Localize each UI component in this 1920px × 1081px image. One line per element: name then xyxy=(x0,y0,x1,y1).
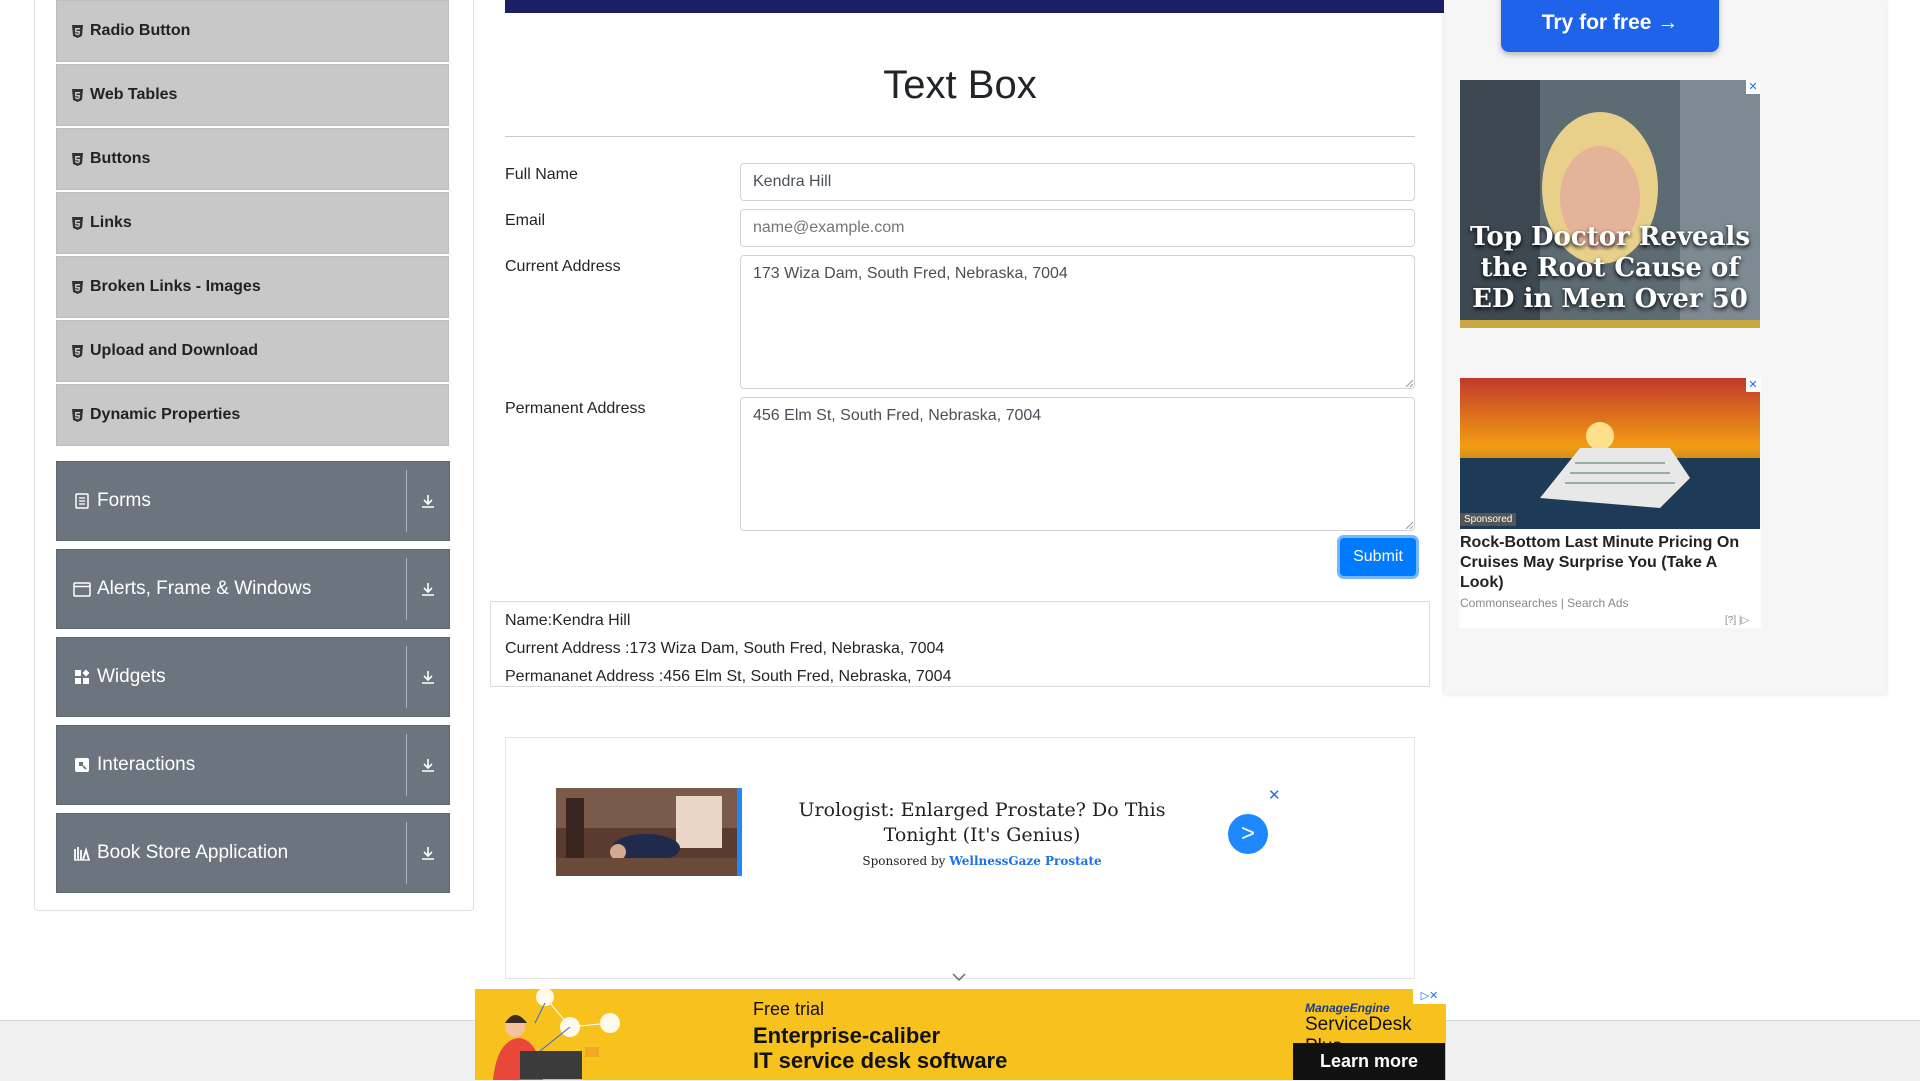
sidebar-item-label: Buttons xyxy=(90,150,151,167)
email-input[interactable] xyxy=(740,209,1415,247)
group-label: Forms xyxy=(97,490,151,511)
divider xyxy=(406,558,407,620)
ad-sponsor-line: Sponsored by WellnessGaze Prostate xyxy=(770,854,1194,868)
group-header-widgets[interactable]: Widgets xyxy=(56,637,450,717)
divider xyxy=(406,646,407,708)
group-header-book-store[interactable]: Book Store Application xyxy=(56,813,450,893)
resize-handle-icon[interactable] xyxy=(1405,521,1413,529)
try-for-free-button[interactable]: Try for free → xyxy=(1501,0,1719,52)
html5-icon xyxy=(70,408,84,422)
interactions-icon xyxy=(73,756,91,774)
close-icon[interactable]: ✕ xyxy=(1746,378,1760,392)
header-bar xyxy=(505,0,1445,13)
ad-doctor-headline: Top Doctor Reveals the Root Cause of ED … xyxy=(1470,222,1750,314)
ad-thumbnail-image[interactable] xyxy=(556,788,742,876)
group-label: Widgets xyxy=(97,666,166,687)
ad-cruise-image[interactable]: ✕ xyxy=(1460,378,1760,529)
html5-icon xyxy=(70,152,84,166)
close-icon[interactable]: ✕ xyxy=(1746,80,1760,94)
email-label: Email xyxy=(505,212,546,229)
sidebar-item-label: Links xyxy=(90,214,132,231)
group-label: Book Store Application xyxy=(97,842,289,863)
html5-icon xyxy=(70,88,84,102)
banner-ad[interactable]: Free trial Enterprise-caliber IT service… xyxy=(475,989,1446,1080)
group-header-forms[interactable]: Forms xyxy=(56,461,450,541)
download-icon[interactable] xyxy=(417,754,439,776)
current-address-label: Current Address xyxy=(505,258,621,275)
download-icon[interactable] xyxy=(417,842,439,864)
banner-brand-top: ManageEngine xyxy=(1305,1001,1390,1015)
group-label: Alerts, Frame & Windows xyxy=(97,578,312,599)
permanent-address-textarea[interactable]: 456 Elm St, South Fred, Nebraska, 7004 xyxy=(740,397,1415,531)
banner-illustration xyxy=(493,989,620,1080)
widgets-icon xyxy=(73,668,91,686)
ad-doctor[interactable]: Top Doctor Reveals the Root Cause of ED … xyxy=(1460,80,1760,328)
sidebar-item-web-tables[interactable]: Web Tables xyxy=(56,64,449,126)
sidebar-item-broken-links[interactable]: Broken Links - Images xyxy=(56,256,449,318)
current-address-textarea[interactable]: 173 Wiza Dam, South Fred, Nebraska, 7004 xyxy=(740,255,1415,389)
banner-line-1: Enterprise-caliber xyxy=(753,1023,941,1048)
divider xyxy=(406,734,407,796)
sidebar-item-label: Web Tables xyxy=(90,86,178,103)
ad-sponsor-name[interactable]: WellnessGaze Prostate xyxy=(949,854,1101,868)
download-icon[interactable] xyxy=(417,578,439,600)
group-header-interactions[interactable]: Interactions xyxy=(56,725,450,805)
html5-icon xyxy=(70,216,84,230)
html5-icon xyxy=(70,280,84,294)
download-icon[interactable] xyxy=(417,666,439,688)
next-arrow-button[interactable]: > xyxy=(1228,814,1268,854)
ad-headline[interactable]: Urologist: Enlarged Prostate? Do This To… xyxy=(770,798,1194,848)
output-name: Name:Kendra Hill xyxy=(505,612,631,629)
elements-submenu: Radio Button Web Tables Buttons Links Br… xyxy=(56,0,449,448)
banner-line-2: IT service desk software xyxy=(753,1048,1008,1073)
sidebar-item-radio-button[interactable]: Radio Button xyxy=(56,0,449,62)
sidebar-item-dynamic-properties[interactable]: Dynamic Properties xyxy=(56,384,449,446)
permanent-address-label: Permanent Address xyxy=(505,400,646,417)
output-current-address: Current Address :173 Wiza Dam, South Fre… xyxy=(505,640,945,657)
sidebar-groups: Forms Alerts, Frame & Windows Widgets In… xyxy=(56,461,450,901)
output-panel: Name:Kendra Hill Current Address :173 Wi… xyxy=(490,601,1430,687)
divider xyxy=(505,136,1415,137)
sidebar-item-buttons[interactable]: Buttons xyxy=(56,128,449,190)
ad-sponsor-prefix: Sponsored by xyxy=(862,854,946,868)
output-permanent-address: Permananet Address :456 Elm St, South Fr… xyxy=(505,668,952,685)
resize-handle-icon[interactable] xyxy=(1405,379,1413,387)
html5-icon xyxy=(70,344,84,358)
ad-source: Commonsearches | Search Ads xyxy=(1460,596,1629,610)
close-icon[interactable]: ▷✕ xyxy=(1413,989,1446,1004)
sidebar-item-label: Dynamic Properties xyxy=(90,406,241,423)
close-icon[interactable]: ✕ xyxy=(1268,786,1281,804)
page-title: Text Box xyxy=(883,63,1037,107)
sidebar-item-links[interactable]: Links xyxy=(56,192,449,254)
sidebar-item-label: Upload and Download xyxy=(90,342,258,359)
ad-cruise-title[interactable]: Rock-Bottom Last Minute Pricing On Cruis… xyxy=(1460,533,1760,593)
cruise-ship-image xyxy=(1460,378,1760,529)
group-label: Interactions xyxy=(97,754,196,775)
window-icon xyxy=(73,580,91,598)
sponsored-badge: Sponsored xyxy=(1460,513,1517,526)
full-name-label: Full Name xyxy=(505,166,578,183)
banner-small-text: Free trial xyxy=(753,999,825,1019)
sidebar-item-upload-download[interactable]: Upload and Download xyxy=(56,320,449,382)
download-icon[interactable] xyxy=(417,490,439,512)
ad-choices-icon[interactable]: [?] |▷ xyxy=(1725,615,1749,626)
submit-button[interactable]: Submit xyxy=(1340,538,1416,576)
document-icon xyxy=(73,492,91,510)
full-name-input[interactable] xyxy=(740,163,1415,201)
divider xyxy=(406,822,407,884)
html5-icon xyxy=(70,24,84,38)
sidebar-item-label: Radio Button xyxy=(90,22,191,39)
learn-more-button[interactable]: Learn more xyxy=(1293,1043,1445,1080)
sidebar-item-label: Broken Links - Images xyxy=(90,278,261,295)
banner-headline: Enterprise-caliber IT service desk softw… xyxy=(753,1023,1007,1073)
divider xyxy=(406,470,407,532)
chevron-down-icon[interactable] xyxy=(950,970,968,984)
group-header-alerts[interactable]: Alerts, Frame & Windows xyxy=(56,549,450,629)
library-icon xyxy=(73,844,91,862)
